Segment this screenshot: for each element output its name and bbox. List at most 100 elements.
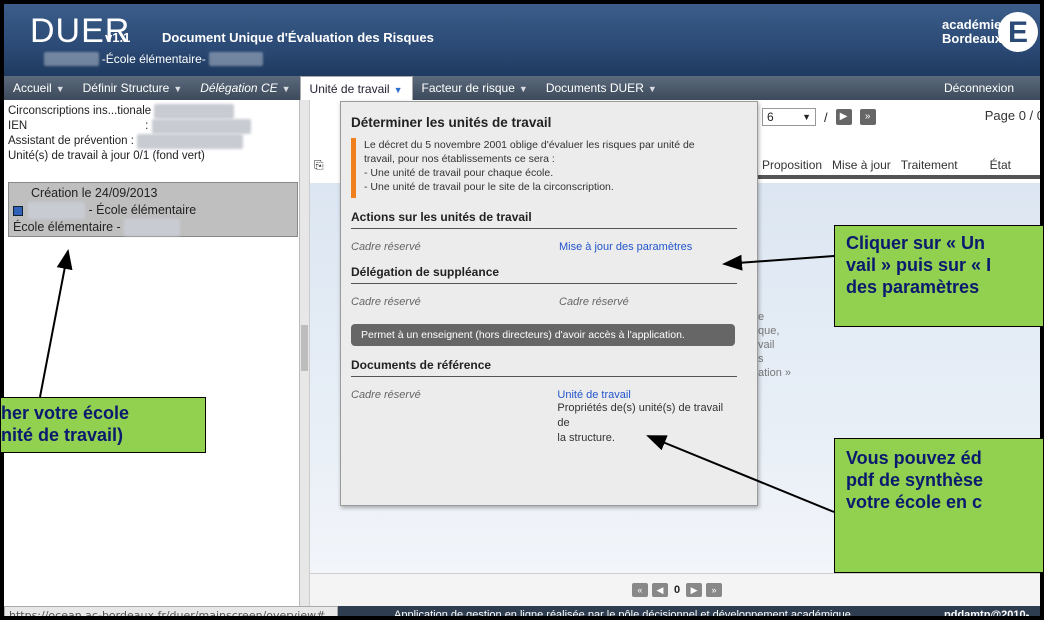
decree-note: Le décret du 5 novembre 2001 oblige d'év… — [351, 138, 737, 198]
table-header: Proposition Mise à jour Traitement État — [762, 158, 1011, 172]
menu-label: Documents DUER — [545, 81, 644, 95]
status-url: https://ocean.ac-bordeaux.fr/duer/mainsc… — [4, 606, 338, 616]
chevron-down-icon: ▼ — [173, 84, 183, 94]
circ-row: Circonscriptions ins...tionale RUE HENNI… — [8, 104, 295, 119]
page-size-value: 6 — [767, 110, 774, 124]
menu-accueil[interactable]: Accueil ▼ — [4, 76, 74, 100]
chevron-down-icon: ▼ — [802, 112, 811, 122]
redacted-text: RUE HENNICE — [154, 104, 234, 119]
tree-school-row[interactable]: 0000000X - École élémentaire — [13, 202, 293, 219]
redacted-city: Saint-Gen — [124, 219, 181, 236]
menu-documents-duer[interactable]: Documents DUER ▼ — [537, 76, 666, 100]
export-icon[interactable]: ⎘ — [314, 158, 324, 173]
work-unit-document-link[interactable]: Unité de travail — [557, 389, 737, 401]
page-size-select[interactable]: 6 ▼ — [762, 108, 816, 126]
menu-label: Définir Structure — [82, 81, 170, 95]
redacted-text: M. Francis DUPOUY — [137, 134, 244, 149]
note-line: travail, pour nos établissements ce sera… — [364, 153, 555, 165]
first-page-icon[interactable]: « — [631, 583, 648, 597]
update-parameters-link[interactable]: Mise à jour des paramètres — [559, 241, 692, 253]
chevron-down-icon: ▼ — [281, 84, 291, 94]
annotation-line: des paramètres — [846, 277, 980, 297]
menu-label: Unité de travail — [309, 82, 390, 96]
app-title: Document Unique d'Évaluation des Risques — [162, 30, 434, 45]
annotation-line: her votre école — [1, 403, 130, 423]
annotation-left: her votre école nité de travail) — [0, 397, 206, 453]
section-documents-heading: Documents de référence — [351, 358, 737, 377]
column-proposition[interactable]: Proposition — [762, 158, 822, 172]
pager-number: 0 — [673, 584, 681, 596]
pagination-toolbar: 6 ▼ / ▶ » — [762, 108, 876, 126]
unite-de-travail-dropdown: Déterminer les unités de travail Le décr… — [340, 101, 758, 506]
annotation-line: vail » puis sur « I — [846, 255, 992, 275]
note-text: Le décret du 5 novembre 2001 oblige d'év… — [364, 138, 695, 198]
tree-unit-row[interactable]: École élémentaire - Saint-Gen — [13, 219, 293, 236]
menu-definir-structure[interactable]: Définir Structure ▼ — [74, 76, 192, 100]
document-entry: Unité de travail Propriétés de(s) unité(… — [557, 389, 737, 446]
annotation-pdf: Vous pouvez éd pdf de synthèse votre éco… — [834, 438, 1044, 573]
prev-page-icon[interactable]: ◀ — [651, 583, 668, 597]
panel-splitter[interactable] — [300, 100, 310, 606]
work-unit-tree[interactable]: Création le 24/09/2013 0000000X - École … — [8, 182, 298, 237]
document-description: Propriétés de(s) unité(s) de travail de — [557, 402, 724, 429]
last-page-icon[interactable]: » — [859, 109, 876, 125]
tree-school-label: - École élémentaire — [88, 203, 197, 217]
menu-label: Accueil — [13, 81, 52, 95]
app-header: DUER v1.1 Document Unique d'Évaluation d… — [4, 4, 1040, 76]
note-line: Le décret du 5 novembre 2001 oblige d'év… — [364, 139, 695, 151]
app-version: v1.1 — [105, 30, 131, 45]
background-text: e que, vail s ation » — [758, 310, 791, 380]
background-text-line: que, — [758, 325, 780, 337]
menu-facteur-de-risque[interactable]: Facteur de risque ▼ — [413, 76, 537, 100]
dropdown-title: Déterminer les unités de travail — [351, 115, 552, 130]
tree-created: Création le 24/09/2013 — [31, 186, 158, 200]
note-line: - Une unité de travail pour le site de l… — [364, 181, 614, 193]
delegation-info-box: Permet à un enseignent (hors directeurs)… — [351, 324, 735, 346]
menu-label: Facteur de risque — [421, 81, 515, 95]
logout-link[interactable]: Déconnexion — [944, 81, 1040, 95]
footer-credits: Application de gestion en ligne réalisée… — [394, 609, 851, 620]
chevron-down-icon: ▼ — [518, 84, 528, 94]
footer-contact: pddamtp@2010-201 — [944, 609, 1030, 620]
document-description: la structure. — [557, 432, 615, 444]
tree-unit-label: École élémentaire - — [13, 220, 121, 234]
section-actions-heading: Actions sur les unités de travail — [351, 210, 737, 229]
background-text-line: ation » — [758, 367, 792, 379]
next-page-icon[interactable]: ▶ — [686, 583, 703, 597]
annotation-line: votre école en c — [846, 492, 983, 512]
redacted-code: 0000000X — [28, 202, 86, 219]
last-page-icon[interactable]: » — [706, 583, 723, 597]
note-line: - Une unité de travail pour chaque école… — [364, 167, 554, 179]
background-text-line: vail — [758, 339, 775, 351]
page-slash: / — [824, 109, 828, 125]
structure-subtitle: 0000000X -École élémentaire- Saint-Gen — [44, 52, 263, 66]
menu-delegation-ce[interactable]: Délégation CE ▼ — [191, 76, 299, 100]
annotation-update-params: Cliquer sur « Un vail » puis sur « I des… — [834, 225, 1044, 327]
academy-line-2: Bordeaux — [942, 31, 1002, 46]
redacted-code: 0000000X — [44, 52, 99, 66]
academy-logo-icon: E — [998, 12, 1038, 52]
academy-name: académie Bordeaux — [942, 18, 1002, 46]
ien-sep: : — [145, 120, 149, 132]
next-page-icon[interactable]: ▶ — [835, 109, 852, 125]
ien-label: IEN — [8, 120, 28, 132]
annotation-line: Cliquer sur « Un — [846, 233, 986, 253]
page-info: Page 0 / 0 — [984, 108, 1044, 123]
menu-unite-de-travail[interactable]: Unité de travail ▼ — [299, 76, 413, 100]
chevron-down-icon: ▼ — [647, 84, 657, 94]
status-footer: https://ocean.ac-bordeaux.fr/duer/mainsc… — [4, 606, 1040, 620]
column-traitement[interactable]: Traitement — [901, 158, 958, 172]
actions-row: Cadre réservé Mise à jour des paramètres — [351, 241, 737, 253]
chevron-down-icon: ▼ — [55, 84, 65, 94]
background-text-line: s — [758, 353, 764, 365]
structure-name: -École élémentaire- — [101, 52, 206, 66]
annotation-line: pdf de synthèse — [846, 470, 984, 490]
background-text-line: e — [758, 311, 765, 323]
splitter-handle[interactable] — [301, 325, 308, 371]
section-delegation-heading: Délégation de suppléance — [351, 265, 737, 284]
checkbox-icon[interactable] — [13, 205, 23, 216]
units-status: Unité(s) de travail à jour 0/1 (fond ver… — [8, 150, 205, 162]
column-etat[interactable]: État — [990, 158, 1011, 172]
reserved-label: Cadre réservé — [351, 296, 421, 308]
column-mise-a-jour[interactable]: Mise à jour — [832, 158, 891, 172]
